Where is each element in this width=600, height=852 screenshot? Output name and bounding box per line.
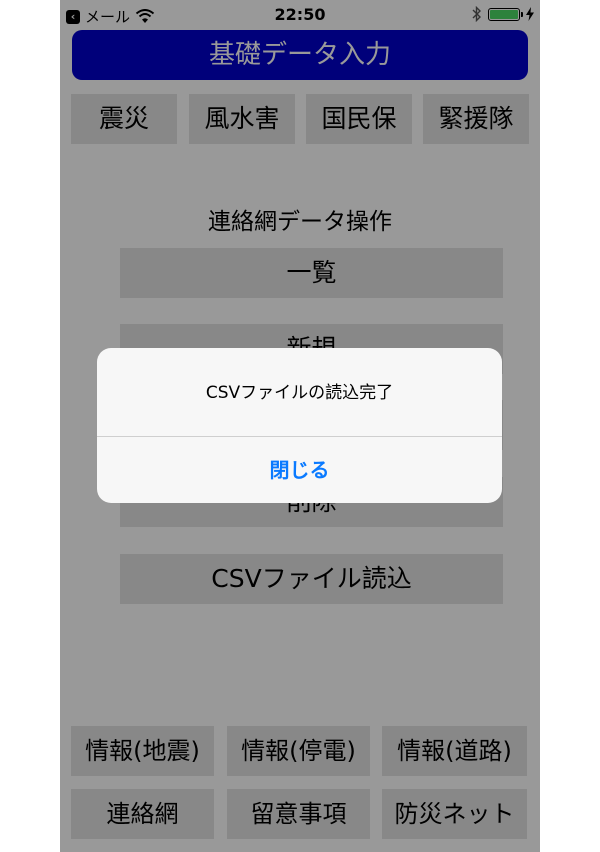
close-button[interactable]: 閉じる — [97, 437, 502, 503]
app-screen: ‹ メール 22:50 基礎データ入力 震災 風水害 国民保 緊援隊 連絡網デー… — [60, 0, 540, 852]
alert-dialog: CSVファイルの読込完了 閉じる — [97, 348, 502, 503]
alert-message: CSVファイルの読込完了 — [205, 383, 394, 403]
